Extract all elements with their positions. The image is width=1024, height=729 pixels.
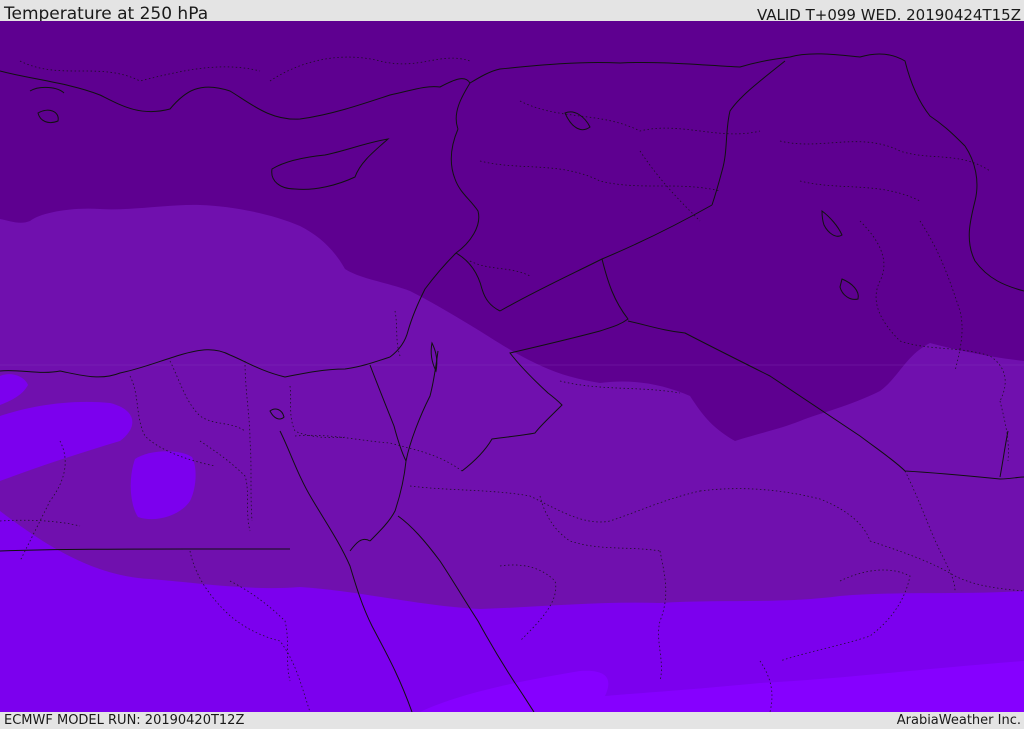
header-bar: Temperature at 250 hPa VALID T+099 WED. … [0,0,1024,24]
weather-map-page: Temperature at 250 hPa VALID T+099 WED. … [0,0,1024,729]
model-run-label: ECMWF MODEL RUN: 20190420T12Z [4,713,245,728]
footer-bar: ECMWF MODEL RUN: 20190420T12Z ArabiaWeat… [0,712,1024,729]
credit-label: ArabiaWeather Inc. [896,713,1021,728]
temperature-map [0,21,1024,712]
